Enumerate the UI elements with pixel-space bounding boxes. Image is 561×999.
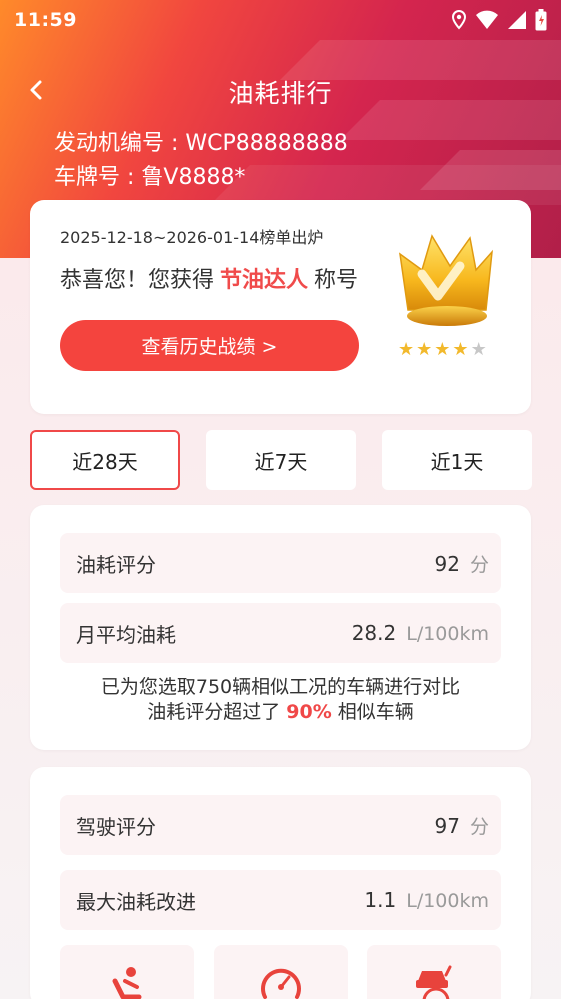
comparison-suffix: 相似车辆	[337, 701, 414, 723]
fuel-stats-card: 油耗评分 92 分 月平均油耗 28.2 L/100km 已为您选取750辆相似工况…	[30, 505, 531, 750]
vehicle-info: 发动机编号 : WCP88888888 车牌号 : 鲁V8888*	[54, 127, 348, 195]
comparison-prefix: 油耗评分超过了	[147, 701, 281, 723]
award-title: 节油达人	[220, 268, 309, 293]
fuel-score-value: 92	[434, 551, 460, 576]
monthly-avg-label: 月平均油耗	[76, 622, 176, 647]
status-time: 11:59	[14, 9, 77, 31]
wifi-icon	[475, 10, 499, 30]
driving-score-value: 97	[434, 813, 460, 838]
title-bar: 油耗排行	[0, 70, 561, 114]
battery-icon	[535, 9, 547, 31]
plate-number: 车牌号 : 鲁V8888*	[54, 165, 246, 190]
chevron-left-icon	[28, 78, 44, 106]
rating-stars: ★ ★ ★ ★ ★	[398, 341, 487, 359]
tab-28-days[interactable]: 近28天	[30, 430, 180, 490]
max-improvement-row: 最大油耗改进 1.1 L/100km	[60, 870, 501, 930]
ranking-date-range: 2025-12-18~2026-01-14榜单出炉	[60, 228, 324, 247]
car-speed-icon	[412, 963, 456, 999]
award-message: 恭喜您！您获得 节油达人 称号	[60, 262, 358, 294]
max-improvement-label: 最大油耗改进	[76, 889, 196, 914]
max-improvement-value: 1.1	[364, 888, 397, 912]
fuel-score-value-group: 92 分	[435, 550, 489, 577]
star-icon: ★	[398, 339, 415, 360]
monthly-avg-value-group: 28.2 L/100km	[352, 621, 489, 645]
comparison-line-2: 油耗评分超过了 90% 相似车辆	[30, 700, 531, 725]
monthly-avg-row: 月平均油耗 28.2 L/100km	[60, 603, 501, 663]
comparison-text: 已为您选取750辆相似工况的车辆进行对比 油耗评分超过了 90% 相似车辆	[30, 675, 531, 725]
driving-score-unit: 分	[469, 815, 489, 838]
tile-driver-seat[interactable]	[60, 945, 194, 999]
tab-7-days[interactable]: 近7天	[206, 430, 356, 490]
max-improvement-unit: L/100km	[406, 890, 489, 912]
monthly-avg-unit: L/100km	[406, 623, 489, 645]
driver-seat-icon	[105, 963, 149, 999]
driving-score-value-group: 97 分	[435, 812, 489, 839]
tile-speedometer[interactable]	[214, 945, 348, 999]
star-icon: ★	[470, 339, 487, 360]
metric-tiles	[60, 945, 501, 999]
tile-car-speed[interactable]	[367, 945, 501, 999]
status-bar: 11:59	[0, 0, 561, 40]
driving-score-label: 驾驶评分	[76, 814, 156, 839]
fuel-score-unit: 分	[469, 553, 489, 576]
speedometer-icon	[259, 963, 303, 999]
star-icon: ★	[452, 339, 469, 360]
max-improvement-value-group: 1.1 L/100km	[364, 888, 489, 912]
award-suffix: 称号	[314, 268, 359, 293]
comparison-percent: 90%	[286, 701, 332, 723]
tab-1-day[interactable]: 近1天	[382, 430, 532, 490]
driving-score-row: 驾驶评分 97 分	[60, 795, 501, 855]
award-prefix: 恭喜您！您获得	[60, 268, 215, 293]
cell-signal-icon	[507, 10, 527, 30]
location-icon	[451, 10, 467, 30]
star-icon: ★	[416, 339, 433, 360]
comparison-line-1: 已为您选取750辆相似工况的车辆进行对比	[100, 676, 461, 698]
monthly-avg-value: 28.2	[351, 621, 397, 645]
engine-number: 发动机编号 : WCP88888888	[54, 131, 348, 156]
fuel-score-row: 油耗评分 92 分	[60, 533, 501, 593]
status-icons	[451, 9, 547, 31]
crown-badge-icon	[392, 230, 498, 330]
period-tabs: 近28天 近7天 近1天	[30, 430, 532, 490]
view-history-button[interactable]: 查看历史战绩 >	[60, 320, 359, 371]
back-button[interactable]	[22, 78, 50, 106]
star-icon: ★	[434, 339, 451, 360]
page-title: 油耗排行	[228, 79, 333, 108]
award-card: 2025-12-18~2026-01-14榜单出炉 恭喜您！您获得 节油达人 称号 …	[30, 200, 531, 414]
fuel-score-label: 油耗评分	[76, 552, 156, 577]
